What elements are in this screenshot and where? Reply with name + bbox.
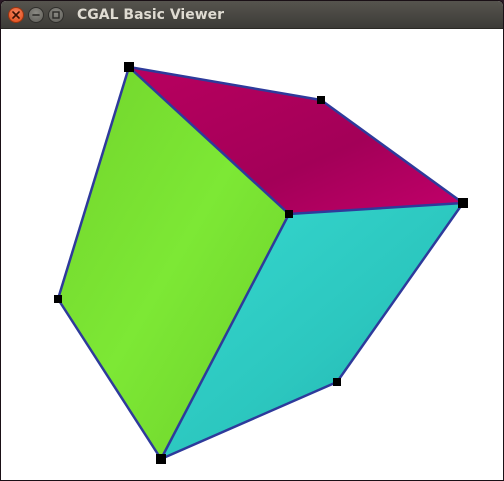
vertex [156,454,166,464]
minimize-icon [32,14,40,16]
title-bar[interactable]: CGAL Basic Viewer [1,1,503,29]
minimize-button[interactable] [28,7,44,23]
3d-viewport[interactable] [1,29,503,480]
close-button[interactable] [8,7,24,23]
maximize-icon [52,11,60,19]
vertex [54,295,62,303]
maximize-button[interactable] [48,7,64,23]
vertex [317,96,325,104]
viewer-window: CGAL Basic Viewer [0,0,504,481]
window-title: CGAL Basic Viewer [77,7,225,23]
vertex [124,62,134,72]
vertex [285,210,293,218]
vertex [458,198,468,208]
close-icon [12,11,20,19]
vertex [333,378,341,386]
cube-scene[interactable] [1,29,503,480]
